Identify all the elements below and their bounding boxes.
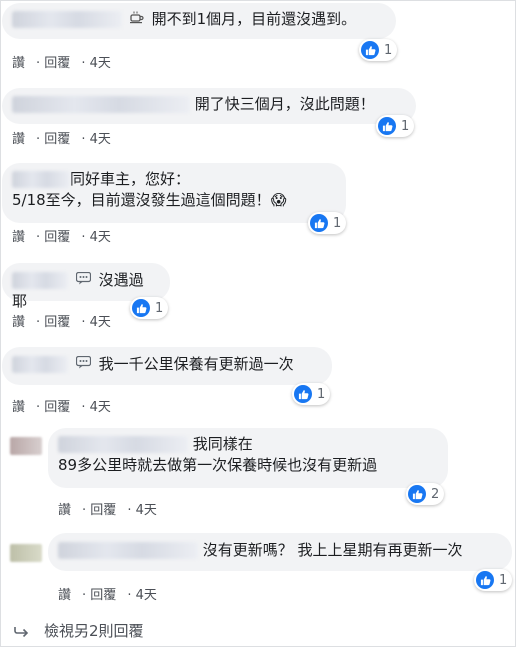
like-link[interactable]: 讚: [58, 588, 71, 603]
reply-bubble-1: 我同樣在 89多公里時就去做第一次保養時候也沒有更新過: [48, 428, 448, 488]
comment-actions: 讚 · 回覆 · 4天: [12, 311, 122, 330]
like-thumb-icon: [132, 299, 150, 317]
like-count: 1: [401, 118, 410, 134]
like-count: 1: [333, 215, 342, 231]
comment-actions: 讚 · 回覆 · 4天: [12, 128, 122, 147]
separator: ·: [81, 400, 86, 415]
comment-bubble-5: 我一千公里保養有更新過一次: [2, 347, 332, 385]
comment-text: 我一千公里保養有更新過一次: [98, 355, 294, 373]
comment-text-line1: 同好車主，您好：: [70, 170, 191, 188]
view-more-replies-label[interactable]: 檢視另2則回覆: [44, 620, 144, 641]
reaction-count[interactable]: 1: [308, 212, 347, 234]
comment-bubble-4: 沒遇過耶: [2, 263, 170, 310]
separator: ·: [36, 400, 41, 415]
reaction-count[interactable]: 1: [474, 569, 513, 591]
reply-link[interactable]: 回覆: [44, 400, 70, 415]
timestamp[interactable]: 4天: [90, 56, 111, 71]
blurred-username[interactable]: [12, 11, 122, 28]
like-link[interactable]: 讚: [12, 56, 25, 71]
reaction-count[interactable]: 1: [359, 39, 398, 61]
like-count: 1: [317, 386, 326, 402]
like-count: 2: [431, 486, 440, 502]
like-thumb-icon: [361, 41, 379, 59]
gif-comment-icon: [75, 270, 91, 291]
blurred-username[interactable]: [58, 542, 198, 559]
reply-actions: 讚 · 回覆 · 4天: [58, 499, 168, 518]
blurred-username[interactable]: [12, 272, 68, 289]
comment-bubble-1: 開不到1個月，目前還沒遇到。: [2, 3, 396, 39]
reply-link[interactable]: 回覆: [44, 132, 70, 147]
reply-actions: 讚 · 回覆 · 4天: [58, 584, 168, 603]
like-thumb-icon: [378, 117, 396, 135]
timestamp[interactable]: 4天: [136, 503, 157, 518]
avatar[interactable]: [10, 544, 42, 562]
separator: ·: [36, 132, 41, 147]
like-thumb-icon: [310, 214, 328, 232]
separator: ·: [127, 588, 132, 603]
coffee-cup-icon: [129, 9, 144, 30]
comment-actions: 讚 · 回覆 · 4天: [12, 52, 122, 71]
separator: ·: [36, 315, 41, 330]
separator: ·: [36, 230, 41, 245]
comment-text-line2: 5/18至今，目前還沒發生過這個問題！: [12, 191, 271, 209]
like-thumb-icon: [408, 485, 426, 503]
scream-emoji: 😱: [270, 191, 287, 209]
like-thumb-icon: [476, 571, 494, 589]
reaction-count[interactable]: 1: [130, 297, 169, 319]
separator: ·: [36, 56, 41, 71]
separator: ·: [81, 315, 86, 330]
timestamp[interactable]: 4天: [90, 230, 111, 245]
separator: ·: [82, 588, 87, 603]
reply-link[interactable]: 回覆: [44, 56, 70, 71]
like-link[interactable]: 讚: [12, 400, 25, 415]
like-count: 1: [155, 300, 164, 316]
comment-text: 開不到1個月，目前還沒遇到。: [151, 10, 357, 28]
like-link[interactable]: 讚: [12, 315, 25, 330]
reaction-count[interactable]: 2: [406, 483, 445, 505]
blurred-username[interactable]: [58, 436, 188, 453]
comment-bubble-2: 開了快三個月，沒此問題！: [2, 88, 416, 124]
like-link[interactable]: 讚: [12, 132, 25, 147]
view-more-replies[interactable]: 檢視另2則回覆: [14, 620, 144, 641]
separator: ·: [81, 132, 86, 147]
reply-link[interactable]: 回覆: [44, 315, 70, 330]
reply-text-line2: 89多公里時就去做第一次保養時候也沒有更新過: [58, 456, 378, 474]
timestamp[interactable]: 4天: [90, 400, 111, 415]
timestamp[interactable]: 4天: [90, 132, 111, 147]
blurred-username[interactable]: [12, 96, 190, 113]
reaction-count[interactable]: 1: [292, 383, 331, 405]
comment-text: 開了快三個月，沒此問題！: [194, 95, 375, 113]
gif-comment-icon: [75, 354, 91, 375]
reply-bubble-2: 沒有更新嗎？ 我上上星期有再更新一次: [48, 533, 512, 571]
separator: ·: [81, 56, 86, 71]
reply-link[interactable]: 回覆: [90, 588, 116, 603]
comment-bubble-3: 同好車主，您好： 5/18至今，目前還沒發生過這個問題！😱: [2, 163, 346, 223]
reply-link[interactable]: 回覆: [90, 503, 116, 518]
separator: ·: [81, 230, 86, 245]
like-link[interactable]: 讚: [12, 230, 25, 245]
reply-text: 沒有更新嗎？ 我上上星期有再更新一次: [202, 541, 463, 559]
reply-arrow-icon: [14, 625, 30, 637]
like-count: 1: [384, 42, 393, 58]
reply-link[interactable]: 回覆: [44, 230, 70, 245]
reply-text-line1: 我同樣在: [192, 435, 253, 453]
separator: ·: [127, 503, 132, 518]
reaction-count[interactable]: 1: [376, 115, 415, 137]
avatar[interactable]: [10, 437, 42, 455]
blurred-username[interactable]: [12, 171, 70, 188]
blurred-username[interactable]: [12, 356, 68, 373]
comment-actions: 讚 · 回覆 · 4天: [12, 226, 122, 245]
like-count: 1: [499, 572, 508, 588]
separator: ·: [82, 503, 87, 518]
timestamp[interactable]: 4天: [90, 315, 111, 330]
comment-actions: 讚 · 回覆 · 4天: [12, 396, 122, 415]
like-thumb-icon: [294, 385, 312, 403]
like-link[interactable]: 讚: [58, 503, 71, 518]
timestamp[interactable]: 4天: [136, 588, 157, 603]
